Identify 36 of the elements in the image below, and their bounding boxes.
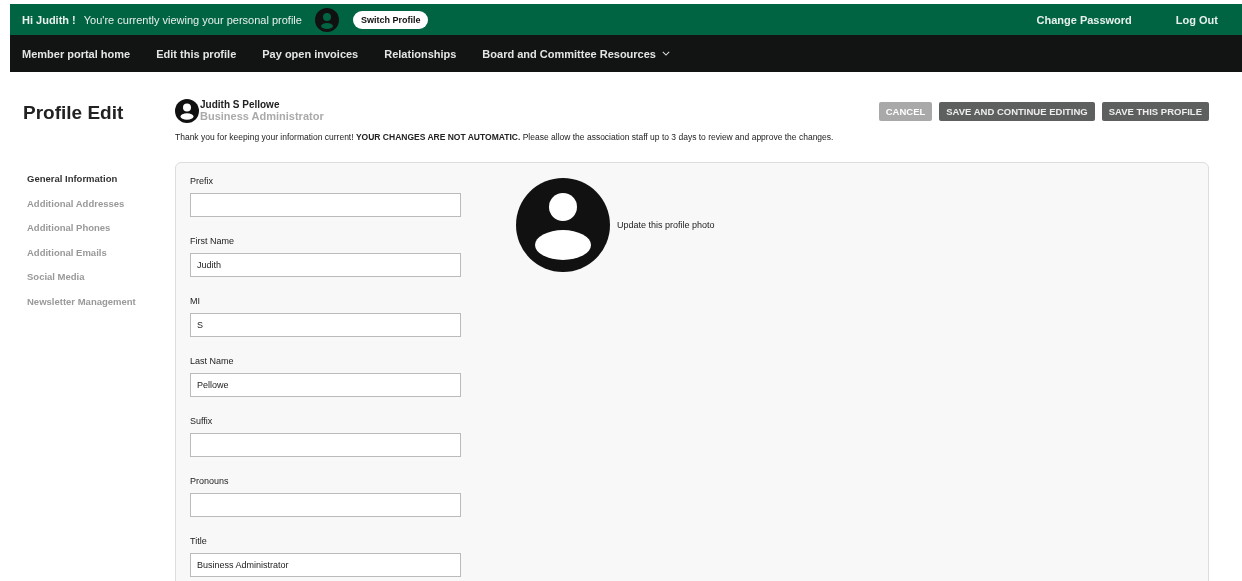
field-label: Title: [190, 535, 208, 547]
user-name: Judith S Pellowe: [200, 99, 281, 110]
switch-profile-button[interactable]: Switch Profile: [352, 10, 429, 29]
notice-text: Thank you for keeping your information current! YOUR CHANGES ARE NOT AUTOMATIC. Please allow the association staff up to 3 days to review and approve the changes.: [175, 132, 835, 142]
page-title: Profile Edit: [23, 102, 125, 124]
avatar-icon: [314, 7, 339, 32]
profile-photo-icon: [515, 177, 611, 273]
input-field[interactable]: Business Administrator: [190, 553, 461, 577]
input-field[interactable]: S: [190, 313, 461, 337]
nav-item[interactable]: Board and Committee Resources: [482, 47, 670, 60]
user-role: Business Administrator: [200, 110, 324, 122]
field-label: MI: [190, 295, 201, 307]
input-field[interactable]: Judith: [190, 253, 461, 277]
nav-item[interactable]: Edit this profile: [156, 47, 237, 60]
input-field[interactable]: [190, 433, 461, 457]
nav-item[interactable]: Member portal home: [22, 47, 131, 60]
sidebar-item[interactable]: General Information: [27, 172, 175, 186]
caret-icon: [661, 51, 670, 56]
nav-item[interactable]: Relationships: [384, 47, 457, 60]
status-text: You're currently viewing your personal profile: [83, 13, 302, 26]
top-link[interactable]: Change Password: [1036, 13, 1132, 26]
action-button[interactable]: SAVE AND CONTINUE EDITING: [939, 101, 1095, 121]
input-field[interactable]: Pellowe: [190, 373, 461, 397]
field-label: Pronouns: [190, 475, 230, 487]
input-field[interactable]: [190, 493, 461, 517]
field-label: Prefix: [190, 175, 214, 187]
field-label: Suffix: [190, 415, 214, 427]
action-button[interactable]: SAVE THIS PROFILE: [1101, 101, 1209, 121]
field-label: Last Name: [190, 355, 235, 367]
field-label: First Name: [190, 235, 235, 247]
input-field[interactable]: [190, 193, 461, 217]
update-photo-link[interactable]: Update this profile photo: [617, 220, 715, 230]
top-link[interactable]: Log Out: [1175, 13, 1218, 26]
nav-item[interactable]: Pay open invoices: [262, 47, 359, 60]
greeting: Hi Judith !: [22, 13, 76, 26]
avatar-icon: [175, 99, 199, 123]
